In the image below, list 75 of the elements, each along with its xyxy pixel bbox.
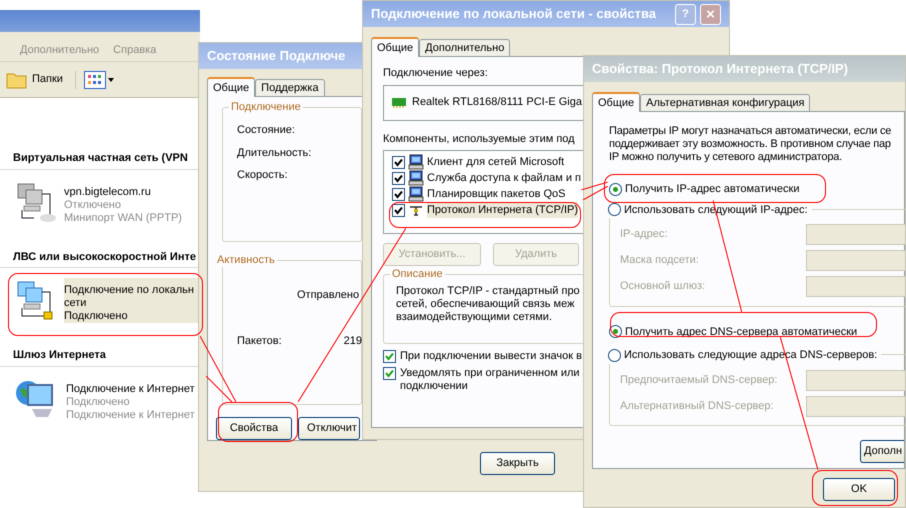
field-label: Предпочитаемый DNS-сервер: <box>620 372 778 388</box>
grid-view-icon <box>84 70 106 88</box>
option-label: При подключении вывести значок в <box>400 350 582 363</box>
ip-field[interactable] <box>806 370 905 390</box>
connection-device: Подключение к Интернет <box>66 408 195 422</box>
close-button[interactable]: Закрыть <box>480 452 555 475</box>
window-title: Состояние Подключе <box>207 47 346 66</box>
component-item[interactable]: Клиент для сетей Microsoft <box>392 154 584 170</box>
description-text: Протокол TCP/IP - стандартный про сетей, обеспечивающий связь меж взаимодействующими сетями. <box>396 285 581 324</box>
network-card-icon <box>392 97 406 108</box>
disconnect-button[interactable]: Отключит <box>298 417 360 440</box>
component-item[interactable]: Планировщик пакетов QoS <box>392 186 584 202</box>
checkbox[interactable] <box>392 156 405 168</box>
field-label: Длительность: <box>237 146 312 160</box>
window-title: Подключение по локальной сети - свойства <box>371 5 656 24</box>
radio-button[interactable] <box>608 348 621 362</box>
connection-item[interactable]: Подключение по локальн сети Подключено <box>0 268 200 331</box>
connection-status: Подключено <box>64 310 129 323</box>
caret-icon <box>108 78 114 82</box>
computer-icon <box>408 186 424 202</box>
connection-name: сети <box>64 297 88 310</box>
radio-button[interactable] <box>609 325 622 338</box>
packets-label: Пакетов: <box>237 334 282 350</box>
computer-icon <box>408 154 424 170</box>
tab[interactable]: Дополнительно <box>419 39 510 56</box>
option-label: Уведомлять при ограниченном или подключении <box>400 367 580 393</box>
field-label: Состояние: <box>237 123 296 138</box>
checkbox[interactable] <box>383 367 396 380</box>
connection-status: Подключено <box>66 396 131 408</box>
radio-button[interactable] <box>608 203 621 216</box>
checkbox[interactable] <box>383 350 396 363</box>
window-title: Свойства: Протокол Интернета (TCP/IP) <box>592 60 848 78</box>
checkbox[interactable] <box>392 188 405 200</box>
connect-via-label: Подключение через: <box>383 66 488 81</box>
tab[interactable]: Общие <box>592 92 640 112</box>
sent-label: Отправлено <box>296 288 360 303</box>
components-label: Компоненты, используемые этим под <box>383 132 575 146</box>
radio-label: Получить адрес DNS-сервера автоматически <box>625 324 858 340</box>
properties-button[interactable]: Свойства <box>216 417 292 440</box>
field-label: Основной шлюз: <box>620 279 706 294</box>
ip-field[interactable] <box>806 396 905 416</box>
connection-device: Минипорт WAN (PPTP) <box>64 212 182 224</box>
connection-item[interactable]: vpn.bigtelecom.ru Отключено Минипорт WAN (PPTP) <box>0 170 200 232</box>
field-label: IP-адрес: <box>620 227 668 242</box>
checkbox[interactable] <box>392 172 405 184</box>
radio-button[interactable] <box>609 182 622 196</box>
field-label: Скорость: <box>237 168 289 183</box>
connection-item[interactable]: Подключение к Интернет Подключено Подключение к Интернет <box>0 366 200 430</box>
group-label: Подключение <box>229 100 303 114</box>
connection-name: Подключение по локальн <box>64 284 194 297</box>
field-label: Маска подсети: <box>620 253 700 268</box>
field-label: Альтернативный DNS-сервер: <box>620 398 775 414</box>
folder-icon <box>6 70 28 88</box>
computer-icon <box>408 170 424 186</box>
intro-text: Параметры IP могут назначаться автоматически, если се поддерживает эту возможность. В противном случае пар IP можно получить у сетевого администратора. <box>609 125 892 164</box>
ip-field[interactable] <box>806 224 905 245</box>
tab[interactable]: Общие <box>371 37 420 57</box>
ok-button[interactable]: OK <box>823 478 895 501</box>
connection-name: vpn.bigtelecom.ru <box>64 186 152 198</box>
connection-status: Отключено <box>64 198 122 212</box>
view-button[interactable] <box>84 70 114 88</box>
ip-field[interactable] <box>806 250 905 271</box>
folders-button[interactable]: Папки <box>6 70 76 88</box>
tab[interactable]: Поддержка <box>255 79 325 96</box>
radio-label: Получить IP-адрес автоматически <box>625 182 800 197</box>
tab[interactable]: Общие <box>207 77 256 97</box>
group-label: Активность <box>215 252 277 267</box>
adapter-field: Realtek RTL8168/8111 PCI-E Giga <box>383 84 585 120</box>
advanced-button[interactable]: Дополн <box>860 440 904 463</box>
checkbox[interactable] <box>392 204 405 216</box>
ip-field[interactable] <box>806 276 905 297</box>
packets-value: 219 <box>344 334 362 350</box>
connection-name: Подключение к Интернет <box>66 382 195 396</box>
tab[interactable]: Альтернативная конфигурация <box>640 94 810 111</box>
component-item[interactable]: Служба доступа к файлам и п <box>392 170 584 186</box>
